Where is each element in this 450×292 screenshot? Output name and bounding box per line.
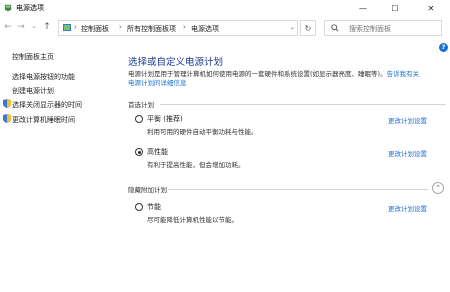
navigation-bar: ← → ⌄ ↑ › 控制面板 › 所有控制面板项 › 电源选项 ⌄ ↻ 搜索控制… (0, 18, 450, 38)
control-panel-icon (63, 24, 71, 31)
plan-balanced-radio[interactable] (135, 115, 143, 123)
hidden-plans-label: 隐藏附加计划 (128, 186, 167, 194)
sidebar-control-panel-home[interactable]: 控制面板主页 (12, 52, 54, 62)
plan-high-performance-name: 高性能 (147, 148, 168, 156)
plan-power-saver-desc: 尽可能降低计算机性能以节能。 (147, 216, 238, 224)
breadcrumb-power-options[interactable]: 电源选项 (191, 24, 219, 34)
plan-description: 电源计划是用于管理计算机如何使用电源的一套硬件和系统设置(如显示器亮度、睡眠等)… (128, 70, 446, 88)
search-placeholder: 搜索控制面板 (349, 25, 391, 33)
description-text: 电源计划是用于管理计算机如何使用电源的一套硬件和系统设置(如显示器亮度、睡眠等)… (128, 70, 387, 78)
sidebar-item-create-plan[interactable]: 创建电源计划 (12, 86, 54, 96)
address-dropdown-icon[interactable]: ⌄ (290, 24, 295, 31)
section-divider (168, 189, 428, 190)
section-divider (160, 104, 446, 105)
breadcrumb-separator: › (74, 23, 77, 31)
refresh-button[interactable]: ↻ (300, 20, 316, 36)
breadcrumb-control-panel[interactable]: 控制面板 (81, 24, 109, 34)
plan-details-link[interactable]: 电源计划的详细信息 (128, 79, 187, 87)
plan-power-saver-radio[interactable] (135, 203, 143, 211)
address-bar[interactable]: › 控制面板 › 所有控制面板项 › 电源选项 ⌄ (58, 20, 298, 36)
plan-high-performance-settings-link[interactable]: 更改计划设置 (388, 148, 427, 158)
plan-balanced-settings-link[interactable]: 更改计划设置 (388, 115, 427, 125)
help-icon[interactable]: ? (439, 43, 448, 52)
plan-power-saver-name: 节能 (147, 203, 161, 211)
breadcrumb-separator: › (183, 23, 186, 31)
plan-balanced-desc: 利用可用的硬件自动平衡功耗与性能。 (147, 128, 258, 136)
window-title: 电源选项 (16, 4, 44, 12)
sidebar-item-display-off-time[interactable]: 选择关闭显示器的时间 (12, 100, 82, 110)
shield-icon (3, 99, 11, 108)
breadcrumb-all-items[interactable]: 所有控制面板项 (127, 24, 176, 34)
sidebar-item-sleep-time[interactable]: 更改计算机睡眠时间 (12, 115, 75, 125)
up-button[interactable]: ↑ (42, 22, 52, 32)
plan-power-saver-settings-link[interactable]: 更改计划设置 (388, 203, 427, 213)
breadcrumb-separator: › (119, 23, 122, 31)
search-icon (331, 24, 339, 32)
minimize-button[interactable]: — (348, 0, 378, 16)
plan-high-performance-desc: 有利于提高性能，但会增加功耗。 (147, 161, 245, 169)
forward-button[interactable]: → (16, 22, 26, 32)
search-input[interactable]: 搜索控制面板 (324, 20, 442, 36)
preferred-plans-label: 首选计划 (128, 101, 154, 109)
page-title: 选择或自定义电源计划 (128, 57, 224, 68)
learn-more-link[interactable]: 告诉我有关 (387, 70, 420, 78)
back-button[interactable]: ← (3, 22, 13, 32)
close-button[interactable]: ✕ (416, 0, 446, 16)
collapse-chevron-icon[interactable]: ⌃ (432, 182, 444, 194)
plan-balanced-name: 平衡 (推荐) (147, 115, 183, 123)
power-options-icon (4, 4, 12, 12)
shield-icon (3, 114, 11, 123)
maximize-button[interactable]: ☐ (380, 0, 410, 16)
plan-high-performance-radio[interactable] (135, 148, 143, 156)
title-bar: 电源选项 — ☐ ✕ (0, 0, 450, 16)
recent-locations-button[interactable]: ⌄ (29, 22, 39, 30)
sidebar-item-power-buttons[interactable]: 选择电源按钮的功能 (12, 72, 75, 82)
